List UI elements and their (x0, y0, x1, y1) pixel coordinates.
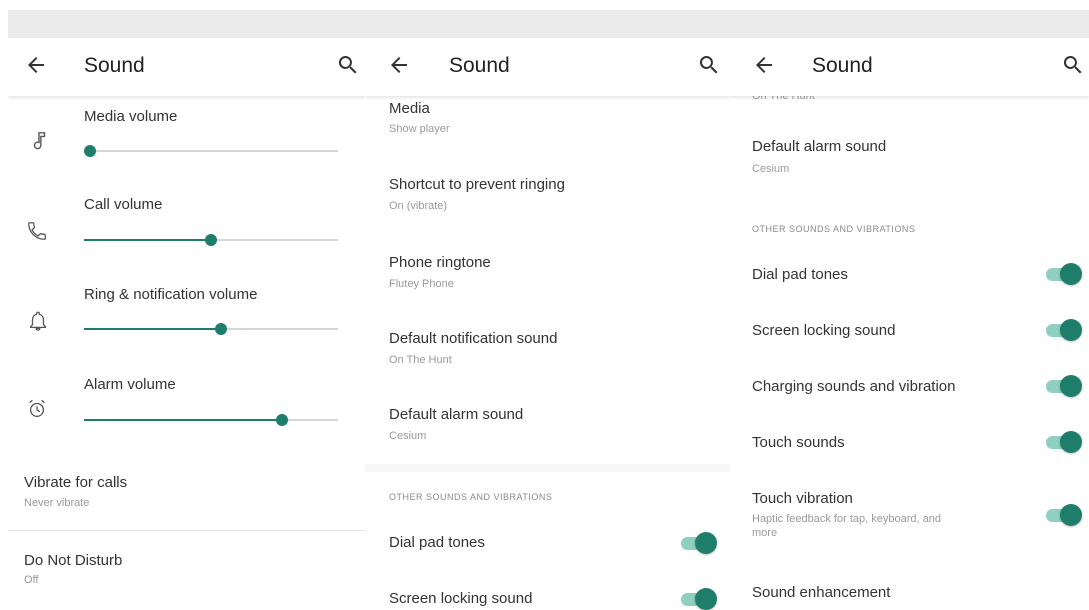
alarm-volume-slider[interactable] (84, 411, 338, 429)
dial-pad-tones-row[interactable]: Dial pad tones (365, 520, 730, 564)
music-note-icon (33, 132, 46, 150)
shortcut-prevent-ringing-row[interactable]: Shortcut to prevent ringing On (vibrate) (365, 168, 730, 240)
do-not-disturb-row[interactable]: Do Not Disturb Off (8, 538, 365, 606)
dial-pad-tones-toggle[interactable] (681, 532, 717, 554)
section-header: OTHER SOUNDS AND VIBRATIONS (389, 492, 553, 502)
sound-panel-ringtones: Sound Media Show player Shortcut to prev… (365, 38, 730, 610)
call-volume-slider[interactable] (84, 231, 338, 249)
page-title: Sound (84, 54, 145, 77)
default-alarm-sound-row[interactable]: Default alarm sound Cesium (730, 126, 1089, 190)
do-not-disturb-title: Do Not Disturb (24, 552, 123, 569)
default-notification-sound-title: Default notification sound (389, 330, 558, 347)
media-volume-label: Media volume (84, 108, 178, 125)
touch-sounds-toggle[interactable] (1046, 431, 1082, 453)
phone-ringtone-title: Phone ringtone (389, 254, 491, 271)
touch-vibration-summary: Haptic feedback for tap, keyboard, and (752, 513, 941, 525)
dial-pad-tones-title: Dial pad tones (752, 266, 848, 283)
shortcut-prevent-ringing-summary: On (vibrate) (389, 200, 448, 212)
slider-thumb[interactable] (205, 234, 217, 246)
divider (8, 530, 365, 531)
default-alarm-sound-row[interactable]: Default alarm sound Cesium (365, 398, 730, 464)
bell-icon (30, 311, 46, 331)
default-notification-sound-row[interactable]: Default notification sound On The Hunt (365, 322, 730, 394)
screen-locking-sound-title: Screen locking sound (752, 322, 896, 339)
back-arrow-icon[interactable] (752, 53, 776, 77)
slider-thumb[interactable] (276, 414, 289, 426)
touch-vibration-toggle[interactable] (1046, 504, 1082, 526)
ring-volume-slider[interactable] (84, 320, 338, 338)
default-alarm-sound-title: Default alarm sound (752, 138, 887, 155)
phone-ringtone-row[interactable]: Phone ringtone Flutey Phone (365, 246, 730, 318)
screen-locking-sound-toggle[interactable] (681, 588, 717, 610)
vibrate-for-calls-row[interactable]: Vibrate for calls Never vibrate (8, 462, 365, 530)
search-icon[interactable] (1061, 53, 1085, 77)
sound-enhancement-title: Sound enhancement (752, 584, 891, 601)
vibrate-for-calls-summary: Never vibrate (24, 497, 90, 509)
charging-sounds-toggle[interactable] (1046, 375, 1082, 397)
touch-vibration-summary-more: more (752, 527, 778, 539)
back-arrow-icon[interactable] (24, 53, 48, 77)
vibrate-for-calls-title: Vibrate for calls (24, 474, 128, 491)
dial-pad-tones-row[interactable]: Dial pad tones (730, 252, 1089, 296)
status-bar (8, 10, 1089, 38)
app-bar: Sound (365, 38, 730, 96)
touch-sounds-title: Touch sounds (752, 434, 845, 451)
charging-sounds-title: Charging sounds and vibration (752, 378, 956, 395)
search-icon[interactable] (336, 53, 360, 77)
touch-vibration-title: Touch vibration (752, 490, 853, 507)
default-alarm-sound-summary: Cesium (752, 163, 790, 175)
back-arrow-icon[interactable] (387, 53, 411, 77)
dial-pad-tones-title: Dial pad tones (389, 534, 485, 551)
call-volume-label: Call volume (84, 196, 163, 213)
do-not-disturb-summary: Off (24, 574, 39, 586)
media-row[interactable]: Media Show player (365, 96, 730, 162)
media-title: Media (389, 100, 430, 117)
shortcut-prevent-ringing-title: Shortcut to prevent ringing (389, 176, 565, 193)
default-alarm-sound-title: Default alarm sound (389, 406, 524, 423)
screen-locking-sound-toggle[interactable] (1046, 319, 1082, 341)
default-notification-sound-summary: On The Hunt (389, 354, 452, 366)
app-bar: Sound (8, 38, 365, 96)
touch-vibration-row[interactable]: Touch vibration Haptic feedback for tap,… (730, 482, 1089, 548)
phone-ringtone-summary: Flutey Phone (389, 278, 454, 290)
phone-icon (28, 222, 46, 240)
section-gap (365, 464, 730, 472)
screen-locking-sound-row[interactable]: Screen locking sound (730, 308, 1089, 352)
slider-thumb[interactable] (84, 145, 96, 157)
screen-locking-sound-row[interactable]: Screen locking sound (365, 576, 730, 610)
sound-panel-volumes: Sound Media volume Call volume Ring & no… (8, 38, 365, 610)
page-title: Sound (449, 54, 510, 77)
media-summary: Show player (389, 123, 450, 135)
alarm-volume-label: Alarm volume (84, 376, 176, 393)
page-title: Sound (812, 54, 873, 77)
sound-panel-other-sounds: Sound On The Hunt Default alarm sound Ce… (730, 38, 1089, 610)
media-volume-slider[interactable] (84, 142, 338, 160)
default-alarm-sound-summary: Cesium (389, 430, 427, 442)
touch-sounds-row[interactable]: Touch sounds (730, 420, 1089, 464)
ring-volume-label: Ring & notification volume (84, 286, 258, 303)
status-bar-strip (0, 0, 1089, 38)
sound-enhancement-row[interactable]: Sound enhancement (730, 574, 1089, 610)
app-bar: Sound (730, 38, 1089, 96)
slider-thumb[interactable] (215, 323, 228, 335)
alarm-clock-icon (29, 399, 45, 417)
search-icon[interactable] (697, 53, 721, 77)
charging-sounds-row[interactable]: Charging sounds and vibration (730, 364, 1089, 408)
section-header: OTHER SOUNDS AND VIBRATIONS (752, 224, 916, 234)
dial-pad-tones-toggle[interactable] (1046, 263, 1082, 285)
screen-locking-sound-title: Screen locking sound (389, 590, 533, 607)
